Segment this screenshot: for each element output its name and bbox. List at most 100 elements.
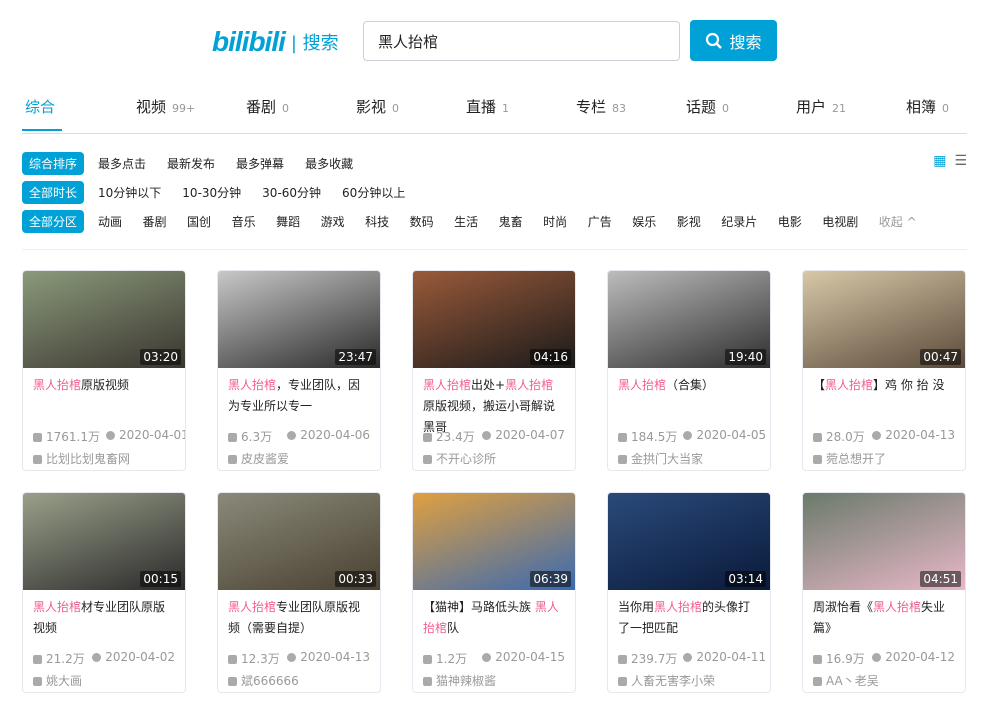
zone-filter-option[interactable]: 电影 <box>778 213 802 230</box>
video-title[interactable]: 【黑人抬棺】鸡 你 抬 没 <box>803 368 965 422</box>
video-card[interactable]: 06:39 【猫神】马路低头族 黑人抬棺队 1.2万 2020-04-15 猫神辣椒酱 <box>412 492 576 693</box>
tab-5[interactable]: 专栏 83 <box>576 96 626 117</box>
order-filter-selected[interactable]: 综合排序 <box>22 152 85 175</box>
uploader-name: 菀总想开了 <box>826 452 887 466</box>
keyword-highlight: 黑人抬棺 <box>654 600 703 614</box>
bilibili-logo[interactable]: bilibili | 搜索 <box>212 26 339 58</box>
zone-filter-option[interactable]: 生活 <box>454 213 478 230</box>
zone-filter-option[interactable]: 科技 <box>365 213 389 230</box>
views-text: 1761.1万 <box>46 430 100 444</box>
clock-icon <box>482 653 492 662</box>
list-view-icon[interactable]: ☰ <box>954 153 967 169</box>
uploader[interactable]: 菀总想开了 <box>803 445 965 467</box>
order-filter-option[interactable]: 最多弹幕 <box>236 155 284 172</box>
video-thumbnail[interactable]: 04:16 <box>413 271 575 368</box>
tab-1[interactable]: 视频 99+ <box>136 96 195 117</box>
zone-filter-option[interactable]: 数码 <box>410 213 434 230</box>
duration-badge: 00:47 <box>920 349 961 365</box>
video-card[interactable]: 19:40 黑人抬棺（合集） 184.5万 2020-04-05 金拱门大当家 <box>607 270 771 471</box>
keyword-highlight: 黑人抬棺 <box>618 378 667 392</box>
video-title[interactable]: 当你用黑人抬棺的头像打了一把匹配 <box>608 590 770 644</box>
video-thumbnail[interactable]: 04:51 <box>803 493 965 590</box>
uploader[interactable]: 不开心诊所 <box>413 445 575 467</box>
tab-6[interactable]: 话题 0 <box>686 96 729 117</box>
video-title[interactable]: 黑人抬棺材专业团队原版视频 <box>23 590 185 644</box>
video-title[interactable]: 黑人抬棺，专业团队，因为专业所以专一 <box>218 368 380 422</box>
grid-view-icon[interactable]: ▦ <box>933 153 946 169</box>
video-card[interactable]: 00:15 黑人抬棺材专业团队原版视频 21.2万 2020-04-02 姚大画 <box>22 492 186 693</box>
user-icon <box>423 455 432 464</box>
video-thumbnail[interactable]: 06:39 <box>413 493 575 590</box>
uploader[interactable]: 斌666666 <box>218 667 380 689</box>
zone-filter-option[interactable]: 广告 <box>588 213 612 230</box>
user-icon <box>33 677 42 686</box>
views-text: 23.4万 <box>436 430 475 444</box>
zone-filter-option[interactable]: 电视剧 <box>822 213 858 230</box>
video-card[interactable]: 23:47 黑人抬棺，专业团队，因为专业所以专一 6.3万 2020-04-06 皮皮酱… <box>217 270 381 471</box>
video-thumbnail[interactable]: 23:47 <box>218 271 380 368</box>
video-title[interactable]: 周淑怡看《黑人抬棺失业篇》 <box>803 590 965 644</box>
tab-8[interactable]: 相簿 0 <box>906 96 949 117</box>
video-title[interactable]: 黑人抬棺原版视频 <box>23 368 185 422</box>
play-count: 1.2万 <box>423 650 467 667</box>
zone-filter-option[interactable]: 游戏 <box>321 213 345 230</box>
clock-icon <box>683 653 693 662</box>
zone-filter-option[interactable]: 番剧 <box>143 213 167 230</box>
video-title[interactable]: 黑人抬棺专业团队原版视频（需要自提） <box>218 590 380 644</box>
upload-date: 2020-04-06 <box>287 428 370 445</box>
zone-filter-option[interactable]: 娱乐 <box>632 213 656 230</box>
search-button[interactable]: 搜索 <box>690 20 777 61</box>
zone-filter-selected[interactable]: 全部分区 <box>22 210 85 233</box>
video-card[interactable]: 04:51 周淑怡看《黑人抬棺失业篇》 16.9万 2020-04-12 AA丶老吴 <box>802 492 966 693</box>
play-count: 21.2万 <box>33 650 85 667</box>
zone-filter-option[interactable]: 纪录片 <box>721 213 757 230</box>
zone-filter-option[interactable]: 音乐 <box>232 213 256 230</box>
duration-filter-selected[interactable]: 全部时长 <box>22 181 85 204</box>
video-title[interactable]: 黑人抬棺（合集） <box>608 368 770 422</box>
tab-4[interactable]: 直播 1 <box>466 96 509 117</box>
video-card[interactable]: 03:20 黑人抬棺原版视频 1761.1万 2020-04-01 比划比划鬼畜网 <box>22 270 186 471</box>
play-count: 16.9万 <box>813 650 865 667</box>
order-filter-option[interactable]: 最多点击 <box>98 155 146 172</box>
video-title[interactable]: 黑人抬棺出处+黑人抬棺原版视频，搬运小哥解说黑哥 <box>413 368 575 434</box>
video-thumbnail[interactable]: 00:33 <box>218 493 380 590</box>
video-thumbnail[interactable]: 00:15 <box>23 493 185 590</box>
zone-filter-option[interactable]: 国创 <box>187 213 211 230</box>
video-card[interactable]: 03:14 当你用黑人抬棺的头像打了一把匹配 239.7万 2020-04-11 人畜无… <box>607 492 771 693</box>
video-thumbnail[interactable]: 03:20 <box>23 271 185 368</box>
duration-filter-option[interactable]: 10分钟以下 <box>98 184 161 201</box>
duration-filter-option[interactable]: 60分钟以上 <box>342 184 405 201</box>
zone-filter-option[interactable]: 影视 <box>677 213 701 230</box>
zone-filter-option[interactable]: 动画 <box>98 213 122 230</box>
video-card[interactable]: 04:16 黑人抬棺出处+黑人抬棺原版视频，搬运小哥解说黑哥 23.4万 2020-0… <box>412 270 576 471</box>
uploader[interactable]: 比划比划鬼畜网 <box>23 445 185 467</box>
tab-3[interactable]: 影视 0 <box>356 96 399 117</box>
collapse-button[interactable]: 收起 ^ <box>879 213 917 230</box>
upload-date: 2020-04-07 <box>482 428 565 445</box>
duration-filter-option[interactable]: 10-30分钟 <box>182 184 241 201</box>
order-filter-option[interactable]: 最新发布 <box>167 155 215 172</box>
uploader[interactable]: 皮皮酱爱 <box>218 445 380 467</box>
upload-date: 2020-04-11 <box>683 650 766 667</box>
tab-2[interactable]: 番剧 0 <box>246 96 289 117</box>
video-thumbnail[interactable]: 19:40 <box>608 271 770 368</box>
tab-7[interactable]: 用户 21 <box>796 96 846 117</box>
video-thumbnail[interactable]: 00:47 <box>803 271 965 368</box>
uploader[interactable]: 金拱门大当家 <box>608 445 770 467</box>
video-title[interactable]: 【猫神】马路低头族 黑人抬棺队 <box>413 590 575 644</box>
video-meta: 12.3万 2020-04-13 <box>218 644 380 667</box>
order-filter-option[interactable]: 最多收藏 <box>305 155 353 172</box>
video-card[interactable]: 00:47 【黑人抬棺】鸡 你 抬 没 28.0万 2020-04-13 菀总想开了 <box>802 270 966 471</box>
duration-filter-option[interactable]: 30-60分钟 <box>262 184 321 201</box>
video-card[interactable]: 00:33 黑人抬棺专业团队原版视频（需要自提） 12.3万 2020-04-13 斌6… <box>217 492 381 693</box>
zone-filter-option[interactable]: 鬼畜 <box>499 213 523 230</box>
uploader[interactable]: AA丶老吴 <box>803 667 965 689</box>
uploader[interactable]: 猫神辣椒酱 <box>413 667 575 689</box>
zone-filter-option[interactable]: 舞蹈 <box>276 213 300 230</box>
zone-filter-option[interactable]: 时尚 <box>543 213 567 230</box>
search-input[interactable] <box>363 21 680 61</box>
uploader[interactable]: 姚大画 <box>23 667 185 689</box>
tab-0[interactable]: 综合 <box>21 96 63 131</box>
video-thumbnail[interactable]: 03:14 <box>608 493 770 590</box>
uploader[interactable]: 人畜无害李小荣 <box>608 667 770 689</box>
